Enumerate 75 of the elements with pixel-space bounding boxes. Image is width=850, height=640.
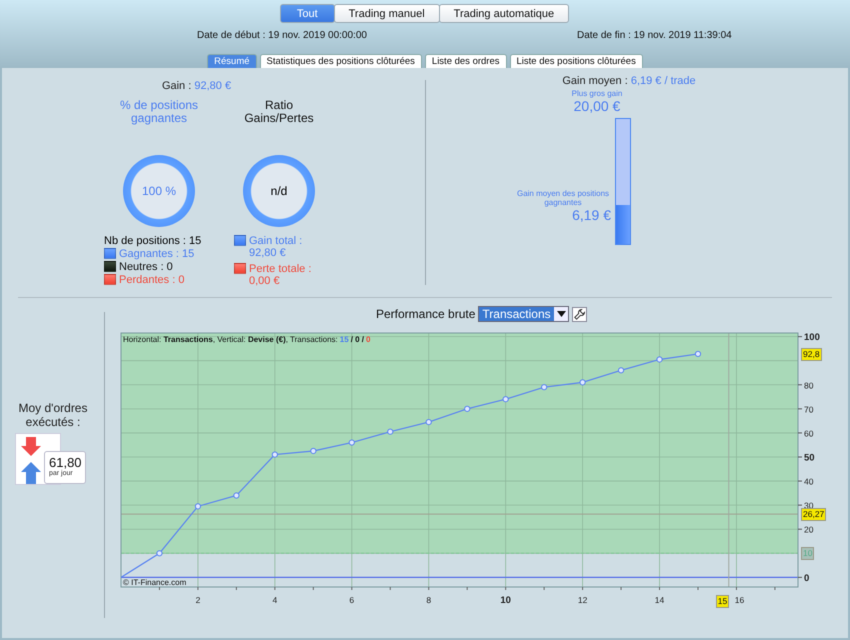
legend-label: Perdantes : 0	[119, 274, 184, 286]
legend-label: Gagnantes : 15	[119, 248, 194, 260]
chart-title: Performance brute	[376, 307, 476, 321]
x-tick-label: 2	[196, 595, 200, 605]
x-tick-label: 6	[349, 595, 354, 605]
orders-label: Moy d'ordres exécutés :	[18, 401, 88, 429]
legend-label: Neutres : 0	[119, 261, 173, 273]
dropdown-arrow-icon	[556, 311, 566, 317]
y-tick-label: 20	[804, 524, 814, 535]
start-date: Date de début : 19 nov. 2019 00:00:00	[197, 30, 367, 41]
mode-tab[interactable]: Trading automatique	[438, 4, 570, 23]
legend-swatch	[104, 261, 116, 272]
data-point	[348, 439, 355, 446]
mean-gain-value: 6,19 €	[572, 207, 611, 223]
total-label: Perte totale : 0,00 €	[249, 263, 312, 287]
mode-tab[interactable]: Tout	[280, 4, 335, 23]
tab[interactable]: Résumé	[207, 54, 257, 68]
x-tick-label: 8	[426, 595, 432, 605]
max-gain-label: Plus gros gain	[572, 89, 622, 98]
tab[interactable]: Statistiques des positions clôturées	[260, 54, 422, 68]
x-tick-label: 16	[734, 595, 744, 605]
value-tag: 92,8	[801, 348, 822, 361]
gain-summary: Gain : 92,80 €	[160, 80, 232, 92]
total-label: Gain total : 92,80 €	[249, 235, 304, 259]
up-down-arrows-icon	[21, 437, 41, 485]
y-tick-label: 100	[804, 332, 820, 344]
x-tick-label: 10	[500, 595, 511, 606]
data-point	[502, 396, 509, 402]
data-point	[426, 418, 432, 426]
y-tick-label: 0	[804, 572, 810, 584]
copyright-text: © IT-Finance.com	[123, 578, 186, 587]
x-tick-label: 14	[654, 595, 664, 605]
metric-select[interactable]: Transactions	[478, 306, 570, 322]
positions-count: Nb de positions : 15	[104, 235, 202, 247]
y-tick-label: 80	[804, 380, 814, 390]
data-point	[310, 448, 316, 454]
x-tick-label: 12	[578, 595, 588, 605]
max-gain-value: 20,00 €	[574, 98, 620, 114]
ratio-title: Ratio Gains/Pertes	[243, 99, 315, 127]
x-tick-label: 4	[272, 595, 278, 605]
value-tag: 10	[801, 547, 814, 560]
wrench-icon	[574, 308, 586, 320]
win-rate-title: % de positions gagnantes	[119, 99, 199, 127]
legend-swatch	[104, 274, 116, 285]
data-point	[694, 350, 702, 358]
data-point	[656, 356, 663, 363]
orders-value: 61,80	[49, 455, 81, 470]
data-point	[194, 503, 202, 510]
chart-legend: Horizontal: Transactions, Vertical: Devise (€), Transactions: 15 / 0 / 0	[123, 335, 370, 344]
data-point	[156, 550, 163, 556]
x-marker-tag: 15	[716, 595, 730, 608]
legend-swatch	[234, 235, 246, 246]
value-tag: 26,27	[801, 508, 826, 522]
win-rate-ring: 100 %	[123, 155, 195, 227]
legend-swatch	[104, 248, 116, 259]
y-tick-label: 70	[804, 404, 814, 414]
tab[interactable]: Liste des ordres	[424, 54, 506, 68]
end-date: Date de fin : 19 nov. 2019 11:39:04	[576, 30, 732, 41]
tab[interactable]: Liste des positions clôturées	[510, 54, 643, 68]
ratio-ring: n/d	[243, 155, 315, 227]
data-point	[464, 406, 470, 412]
data-point	[618, 367, 624, 374]
data-point	[387, 428, 394, 435]
data-point	[272, 451, 278, 458]
legend-swatch	[234, 263, 246, 274]
mode-tab[interactable]: Trading manuel	[334, 4, 440, 23]
y-tick-label: 40	[804, 476, 814, 487]
settings-button[interactable]	[572, 306, 588, 322]
data-point	[580, 379, 586, 386]
y-tick-label: 50	[804, 452, 815, 464]
average-gain: Gain moyen : 6,19 € / trade	[561, 75, 697, 87]
data-point	[541, 384, 548, 390]
data-point	[233, 492, 240, 499]
y-tick-label: 60	[804, 428, 814, 438]
mean-gain-label: Gain moyen des positions gagnantes	[516, 189, 610, 207]
